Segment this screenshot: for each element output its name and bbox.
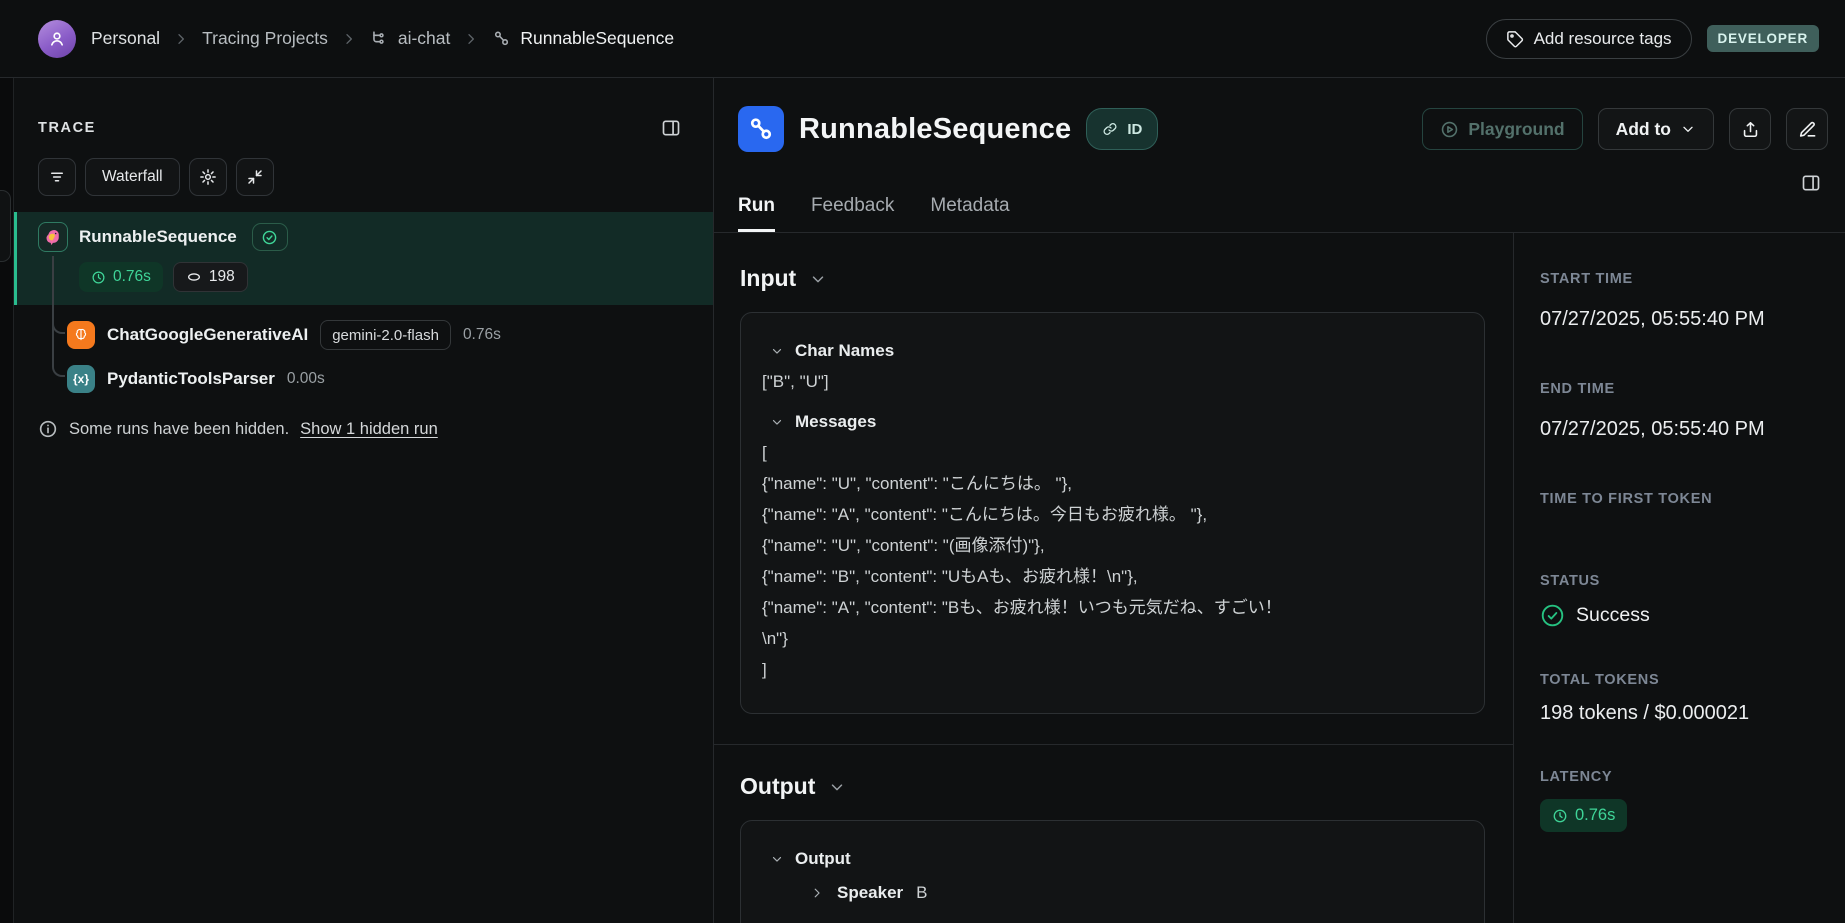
trace-child-parser-row[interactable]: {x} PydanticToolsParser 0.00s — [67, 365, 713, 393]
run-latency: 0.76s — [462, 326, 501, 343]
trace-root-row[interactable]: RunnableSequence 0.76s 198 — [14, 212, 713, 305]
add-resource-tags-button[interactable]: Add resource tags — [1485, 18, 1692, 59]
sidebar-panel-toggle-icon[interactable] — [661, 118, 681, 138]
chevron-down-icon — [812, 275, 824, 282]
tab-metadata[interactable]: Metadata — [930, 195, 1009, 232]
collapse-icon — [247, 170, 262, 184]
success-check-badge — [251, 223, 288, 251]
success-check-icon — [1540, 603, 1565, 628]
nav-expand-handle[interactable] — [0, 190, 11, 262]
project-icon — [370, 29, 389, 48]
run-details-panel: START TIME 07/27/2025, 05:55:40 PM END T… — [1514, 233, 1845, 923]
breadcrumb-personal[interactable]: Personal — [91, 28, 160, 49]
run-tabs: Run Feedback Metadata — [714, 152, 1845, 233]
play-icon — [1442, 121, 1458, 137]
playground-button[interactable]: Playground — [1422, 108, 1583, 150]
end-time-stat: END TIME 07/27/2025, 05:55:40 PM — [1540, 381, 1765, 440]
section-divider — [714, 744, 1513, 745]
brain-icon — [67, 321, 95, 349]
messages-toggle[interactable]: Messages — [770, 412, 1464, 432]
output-box: Output Speaker B — [740, 820, 1485, 923]
chevron-down-icon — [772, 856, 782, 862]
run-header: RunnableSequence ID Playground Add to — [714, 78, 1845, 152]
chevron-right-icon — [463, 31, 479, 47]
details-panel-toggle-icon[interactable] — [1801, 173, 1821, 193]
trace-child-llm-row[interactable]: ChatGoogleGenerativeAI gemini-2.0-flash … — [67, 320, 713, 350]
clock-icon — [92, 270, 105, 284]
waterfall-view-button[interactable]: Waterfall — [85, 158, 180, 196]
token-icon — [187, 273, 200, 281]
link-icon — [1103, 123, 1117, 135]
tag-icon — [1506, 30, 1523, 47]
time-to-first-token-stat: TIME TO FIRST TOKEN — [1540, 491, 1713, 507]
developer-badge: DEVELOPER — [1706, 25, 1819, 52]
start-time-stat: START TIME 07/27/2025, 05:55:40 PM — [1540, 271, 1765, 330]
trace-sidebar: TRACE Waterfall RunnableSequence 0.76s 1… — [14, 78, 714, 923]
model-chip: gemini-2.0-flash — [320, 320, 451, 350]
run-io-column: Input Char Names ["B", "U"] Messages [{… — [714, 233, 1514, 923]
add-to-button[interactable]: Add to — [1597, 108, 1714, 150]
person-icon — [51, 31, 63, 46]
sequence-icon — [492, 29, 511, 48]
top-bar: Personal Tracing Projects ai-chat Runnab… — [0, 0, 1845, 78]
parser-icon: {x} — [67, 365, 95, 393]
pencil-icon — [1799, 121, 1815, 137]
char-names-toggle[interactable]: Char Names — [770, 341, 1464, 361]
gear-icon — [199, 169, 216, 185]
copy-id-button[interactable]: ID — [1086, 108, 1159, 150]
chevron-right-icon — [814, 888, 820, 898]
trace-root-name: RunnableSequence — [79, 227, 237, 246]
tab-run[interactable]: Run — [738, 195, 775, 232]
trace-panel-title: TRACE — [38, 120, 96, 136]
chevron-right-icon — [341, 31, 357, 47]
trace-child-name: PydanticToolsParser — [107, 369, 275, 388]
collapsed-nav-strip — [0, 78, 14, 923]
chevron-down-icon — [772, 348, 782, 354]
output-group-toggle[interactable]: Output — [770, 849, 1464, 869]
info-icon — [39, 420, 57, 438]
total-tokens-stat: TOTAL TOKENS 198 tokens / $0.000021 — [1540, 672, 1750, 724]
trace-toolbar: Waterfall — [14, 138, 713, 196]
tab-feedback[interactable]: Feedback — [811, 195, 894, 232]
clock-icon — [1553, 809, 1567, 822]
chevron-down-icon — [832, 783, 843, 790]
trace-child-name: ChatGoogleGenerativeAI — [107, 325, 309, 344]
root-latency-pill: 0.76s — [79, 262, 163, 292]
filter-runs-button[interactable] — [38, 158, 76, 196]
sequence-icon — [738, 106, 784, 152]
chevron-right-icon — [173, 31, 189, 47]
share-upload-icon — [1743, 121, 1757, 137]
edit-button[interactable] — [1786, 108, 1828, 150]
status-stat: STATUS Success — [1540, 573, 1650, 628]
tree-connector — [52, 256, 65, 377]
chevron-down-icon — [772, 419, 782, 425]
breadcrumb: Personal Tracing Projects ai-chat Runnab… — [91, 28, 674, 49]
hidden-runs-note: Some runs have been hidden. Show 1 hidde… — [38, 419, 713, 439]
show-hidden-run-link[interactable]: Show 1 hidden run — [300, 420, 438, 439]
user-avatar[interactable] — [38, 19, 76, 58]
input-box: Char Names ["B", "U"] Messages [ {"name"… — [740, 312, 1485, 714]
breadcrumb-project[interactable]: ai-chat — [370, 28, 450, 49]
collapse-all-button[interactable] — [235, 158, 274, 196]
latency-stat: LATENCY 0.76s — [1540, 769, 1825, 832]
latency-pill: 0.76s — [1540, 799, 1628, 832]
run-latency: 0.00s — [286, 370, 325, 387]
filter-icon — [51, 172, 63, 182]
breadcrumb-run[interactable]: RunnableSequence — [492, 28, 674, 49]
share-button[interactable] — [1729, 108, 1771, 150]
chevron-down-icon — [1683, 126, 1693, 132]
char-names-value: ["B", "U"] — [762, 372, 829, 391]
run-title: RunnableSequence — [799, 112, 1072, 145]
output-section-header[interactable]: Output — [740, 773, 1485, 800]
root-tokens-pill: 198 — [172, 262, 248, 292]
trace-settings-button[interactable] — [188, 158, 227, 196]
parrot-icon — [38, 222, 68, 252]
messages-json: [ {"name": "U", "content": "こんにちは。 "}, {… — [762, 443, 1282, 679]
breadcrumb-tracing-projects[interactable]: Tracing Projects — [202, 28, 328, 49]
trace-tree: RunnableSequence 0.76s 198 ChatGoogleGen… — [14, 212, 713, 393]
input-section-header[interactable]: Input — [740, 265, 1485, 292]
speaker-row[interactable]: Speaker B — [810, 883, 1464, 903]
